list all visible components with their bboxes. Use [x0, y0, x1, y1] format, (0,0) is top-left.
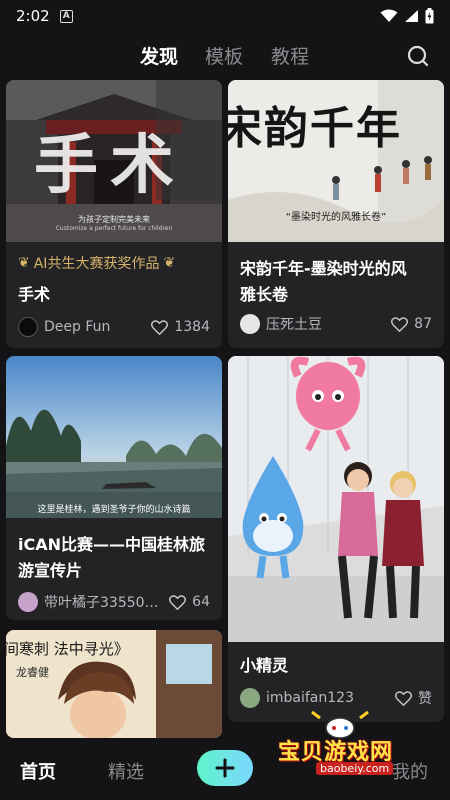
- card-title: iCAN比赛——中国桂林旅 游宣传片: [18, 532, 210, 584]
- search-icon[interactable]: [406, 44, 430, 68]
- card-image: 间寒刺 法中寻光》 龙睿健: [6, 630, 222, 738]
- card-image-caption: 为孩子定制完美未来: [78, 215, 150, 224]
- work-card[interactable]: 间寒刺 法中寻光》 龙睿健: [6, 630, 222, 738]
- like-count: 赞: [418, 691, 432, 707]
- laurel-right-icon: ❦: [163, 255, 176, 271]
- card-image-caption: 间寒刺 法中寻光》: [6, 640, 129, 658]
- laurel-left-icon: ❦: [18, 255, 30, 271]
- card-title-line1: 宋韵千年-墨染时光的风: [240, 259, 407, 278]
- guilin-landscape-image: [6, 356, 222, 518]
- card-image: 这里是桂林，遇到圣爷子你的山水诗篇: [6, 356, 222, 518]
- like-button[interactable]: 1384: [151, 319, 210, 335]
- nav-home[interactable]: 首页: [20, 758, 56, 784]
- card-image-big-text: 手术: [34, 128, 186, 203]
- heart-icon: [151, 319, 169, 335]
- card-image: 手术 为孩子定制完美未来 Customize a perfect future …: [6, 80, 222, 242]
- notification-a-icon: A: [59, 9, 73, 23]
- heart-icon: [395, 690, 412, 706]
- cell-signal-icon: [405, 10, 418, 22]
- tab-tutorials[interactable]: 教程: [271, 42, 309, 69]
- avatar[interactable]: [240, 314, 260, 334]
- work-card[interactable]: 小精灵 imbaifan123 赞: [228, 356, 444, 722]
- nav-featured[interactable]: 精选: [108, 758, 144, 784]
- tab-discover[interactable]: 发现: [140, 42, 178, 69]
- tab-templates[interactable]: 模板: [205, 42, 243, 69]
- like-button[interactable]: 87: [391, 316, 432, 332]
- battery-icon: [425, 8, 434, 24]
- award-label: AI共生大赛获奖作品: [33, 256, 160, 272]
- like-button[interactable]: 赞: [395, 688, 432, 708]
- wifi-icon: [380, 9, 398, 22]
- card-image: [228, 356, 444, 642]
- avatar[interactable]: [18, 592, 38, 612]
- card-title: 手术: [18, 285, 51, 304]
- card-meta: 压死土豆 87: [240, 312, 432, 336]
- status-icons: [380, 8, 434, 24]
- work-card[interactable]: 宋韵千年 “墨染时光的风雅长卷” 宋韵千年-墨染时光的风 雅长卷 压死土豆 87: [228, 80, 444, 348]
- status-bar: 2:02 A: [0, 0, 450, 32]
- avatar[interactable]: [240, 688, 260, 708]
- card-image-caption: “墨染时光的风雅长卷”: [285, 212, 387, 223]
- card-title-line2: 游宣传片: [18, 561, 83, 580]
- status-time: 2:02: [16, 7, 50, 25]
- card-image-caption-en: Customize a perfect future for children: [55, 225, 173, 232]
- card-title-line1: iCAN比赛——中国桂林旅: [18, 535, 206, 554]
- author-name[interactable]: Deep Fun: [44, 319, 145, 335]
- card-image-caption: 这里是桂林，遇到圣爷子你的山水诗篇: [37, 505, 191, 515]
- avatar[interactable]: [18, 317, 38, 337]
- card-title-line2: 雅长卷: [240, 285, 289, 304]
- watermark-url: baobeiy.com: [316, 762, 394, 775]
- card-meta: imbaifan123 赞: [240, 686, 432, 710]
- award-badge: ❦ AI共生大赛获奖作品 ❦: [18, 253, 175, 273]
- like-count: 87: [414, 316, 432, 332]
- heart-icon: [391, 316, 409, 332]
- card-title: 小精灵: [240, 656, 289, 675]
- like-button[interactable]: 64: [169, 594, 210, 610]
- sprites-with-children-image: [228, 356, 444, 642]
- work-card[interactable]: 这里是桂林，遇到圣爷子你的山水诗篇 iCAN比赛——中国桂林旅 游宣传片 带叶橘…: [6, 356, 222, 620]
- author-name[interactable]: 压死土豆: [266, 314, 385, 334]
- card-image-subcaption: 龙睿健: [16, 666, 49, 679]
- card-meta: 带叶橘子335503... 64: [18, 590, 210, 614]
- heart-icon: [169, 594, 187, 610]
- author-name[interactable]: 带叶橘子335503...: [44, 592, 163, 612]
- card-image-big-text: 宋韵千年: [228, 103, 402, 154]
- top-nav: 发现 模板 教程: [0, 36, 450, 76]
- like-count: 64: [192, 594, 210, 610]
- like-count: 1384: [174, 319, 210, 335]
- create-button[interactable]: [197, 750, 253, 786]
- plus-icon: [215, 758, 235, 778]
- card-meta: Deep Fun 1384: [18, 315, 210, 339]
- work-card[interactable]: 手术 为孩子定制完美未来 Customize a perfect future …: [6, 80, 222, 348]
- author-name[interactable]: imbaifan123: [266, 690, 389, 706]
- card-image: 宋韵千年 “墨染时光的风雅长卷”: [228, 80, 444, 242]
- card-title: 宋韵千年-墨染时光的风 雅长卷: [240, 256, 432, 308]
